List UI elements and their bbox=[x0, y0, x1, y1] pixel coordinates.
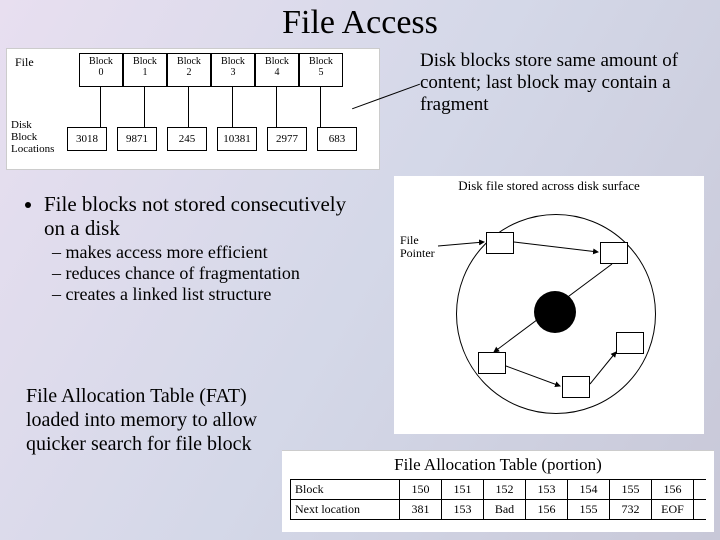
bullet-sub: reduces chance of fragmentation bbox=[52, 263, 356, 284]
block-header-row: Block0 Block1 Block2 Block3 Block4 Block… bbox=[79, 53, 343, 87]
fat-cell: 151 bbox=[442, 480, 484, 499]
fat-cell: 152 bbox=[484, 480, 526, 499]
fat-cell: 155 bbox=[568, 500, 610, 519]
file-label: File bbox=[15, 55, 34, 70]
location-cell: 245 bbox=[167, 127, 207, 151]
fat-cell: 156 bbox=[652, 480, 694, 499]
location-cell: 10381 bbox=[217, 127, 257, 151]
fat-cell: Bad bbox=[484, 500, 526, 519]
fat-table: File Allocation Table (portion) Block 15… bbox=[282, 450, 714, 532]
connector-line bbox=[188, 87, 189, 127]
fat-cell: 150 bbox=[400, 480, 442, 499]
location-cell: 9871 bbox=[117, 127, 157, 151]
block-cell: Block2 bbox=[167, 53, 211, 87]
fat-table-title: File Allocation Table (portion) bbox=[282, 451, 714, 479]
fat-cell: EOF bbox=[652, 500, 694, 519]
fat-row-next: Next location 381 153 Bad 156 155 732 EO… bbox=[290, 500, 706, 520]
connector-line bbox=[276, 87, 277, 127]
fat-cell: 156 bbox=[526, 500, 568, 519]
file-block-diagram: File Disk Block Locations Block0 Block1 … bbox=[6, 48, 380, 170]
block-cell: Block0 bbox=[79, 53, 123, 87]
fat-description: File Allocation Table (FAT) loaded into … bbox=[26, 384, 286, 456]
block-cell: Block5 bbox=[299, 53, 343, 87]
fat-row-label: Next location bbox=[290, 500, 400, 519]
bullet-sub: makes access more efficient bbox=[52, 242, 356, 263]
block-cell: Block1 bbox=[123, 53, 167, 87]
fat-cell: 155 bbox=[610, 480, 652, 499]
bullet-main: File blocks not stored consecutively on … bbox=[44, 192, 356, 240]
fat-cell: 154 bbox=[568, 480, 610, 499]
callout-text: Disk blocks store same amount of content… bbox=[420, 50, 700, 116]
block-cell: Block3 bbox=[211, 53, 255, 87]
location-cell: 683 bbox=[317, 127, 357, 151]
fat-row-blocks: Block 150 151 152 153 154 155 156 bbox=[290, 479, 706, 500]
location-row: 3018 9871 245 10381 2977 683 bbox=[67, 127, 357, 151]
connector-line bbox=[320, 87, 321, 127]
page-title: File Access bbox=[0, 0, 720, 42]
fat-cell: 381 bbox=[400, 500, 442, 519]
bullet-sub: creates a linked list structure bbox=[52, 284, 356, 305]
fat-cell: 153 bbox=[442, 500, 484, 519]
fat-cell: 153 bbox=[526, 480, 568, 499]
disk-surface-figure: Disk file stored across disk surface Fil… bbox=[394, 176, 704, 434]
connector-line bbox=[232, 87, 233, 127]
location-cell: 2977 bbox=[267, 127, 307, 151]
connector-line bbox=[144, 87, 145, 127]
fat-row-label: Block bbox=[290, 480, 400, 499]
location-cell: 3018 bbox=[67, 127, 107, 151]
disk-block-locations-label: Disk Block Locations bbox=[11, 119, 54, 155]
arrows-icon bbox=[394, 176, 704, 434]
connector-line bbox=[100, 87, 101, 127]
block-cell: Block4 bbox=[255, 53, 299, 87]
fat-cell: 732 bbox=[610, 500, 652, 519]
bullet-list: File blocks not stored consecutively on … bbox=[26, 192, 356, 304]
